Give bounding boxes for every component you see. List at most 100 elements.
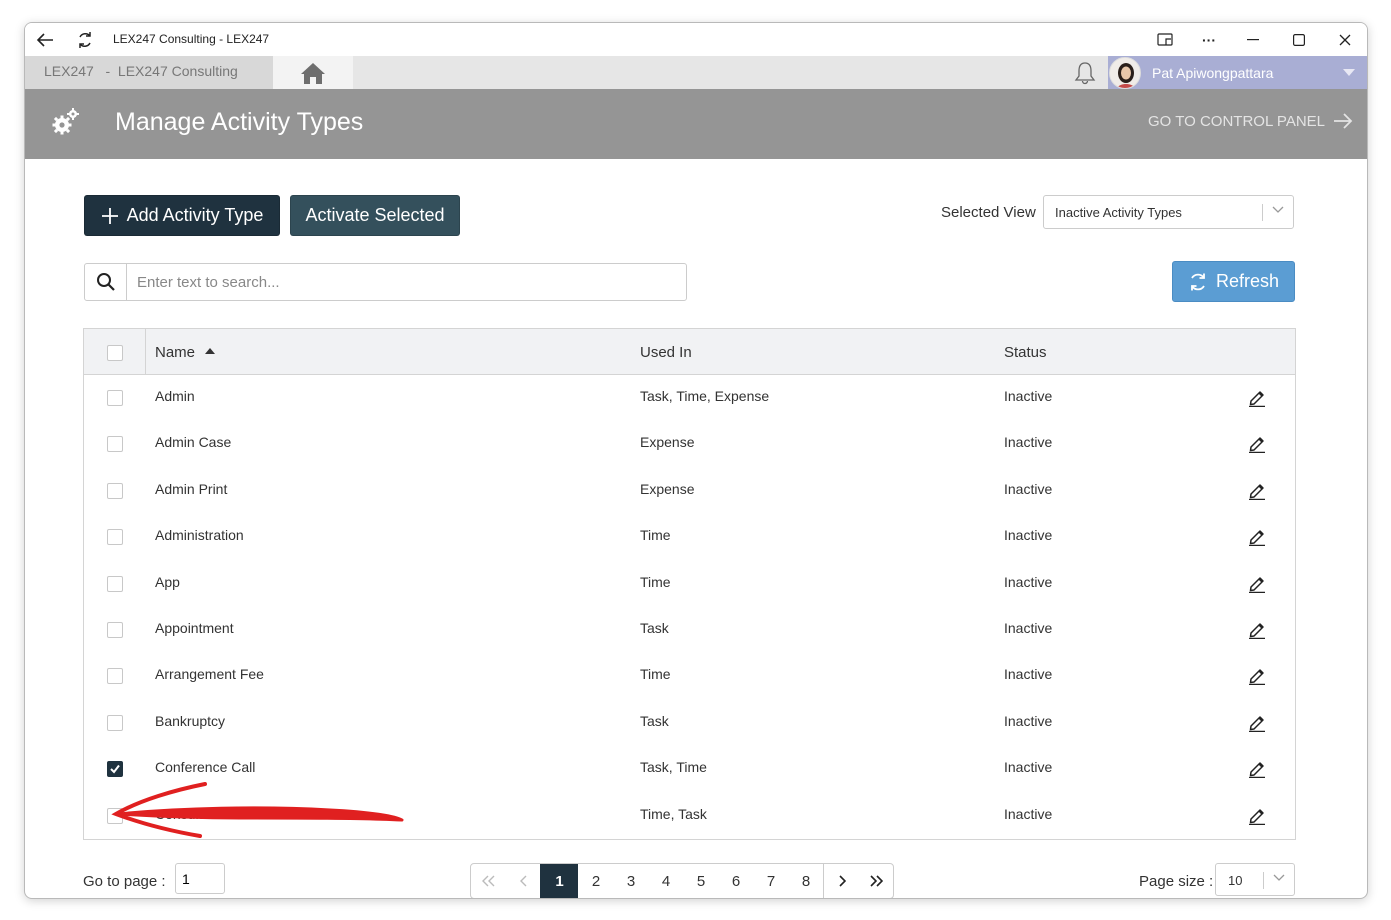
- edit-pencil-icon[interactable]: [1247, 387, 1267, 408]
- row-checkbox[interactable]: [107, 761, 123, 778]
- activate-button-label: Activate Selected: [305, 205, 445, 225]
- close-icon[interactable]: [1333, 28, 1357, 52]
- table-row[interactable]: Bankruptcy Task Inactive: [84, 700, 1295, 746]
- table-row[interactable]: Consultati Time, Task Inactive: [84, 793, 1295, 839]
- table-row[interactable]: Arrangement Fee Time Inactive: [84, 653, 1295, 699]
- page-2-button[interactable]: 2: [578, 864, 613, 898]
- row-checkbox[interactable]: [107, 390, 123, 406]
- column-header-status[interactable]: Status: [1004, 344, 1047, 361]
- column-header-name[interactable]: Name: [155, 344, 216, 361]
- cell-used-in: Time, Task: [640, 805, 707, 822]
- page-5-button[interactable]: 5: [683, 864, 718, 898]
- more-options-icon[interactable]: ···: [1197, 28, 1221, 52]
- select-all-checkbox[interactable]: [107, 345, 123, 361]
- cell-status: Inactive: [1004, 620, 1053, 636]
- chevron-left-icon: [519, 875, 527, 887]
- row-checkbox[interactable]: [107, 575, 123, 592]
- row-checkbox[interactable]: [107, 482, 123, 499]
- row-checkbox[interactable]: [107, 529, 123, 546]
- title-bar: LEX247 Consulting - LEX247 ···: [25, 23, 1367, 56]
- chevron-down-icon: [1343, 69, 1355, 76]
- cell-name: App: [155, 573, 180, 590]
- row-checkbox[interactable]: [107, 807, 123, 824]
- activity-types-grid: Name Used In Status Admin Task, Time, Exp…: [83, 328, 1296, 840]
- cell-used-in: Task, Time: [640, 759, 707, 776]
- page-size-value: 10: [1228, 873, 1243, 888]
- page-6-button[interactable]: 6: [718, 864, 753, 898]
- selected-view-dropdown[interactable]: Inactive Activity Types: [1043, 195, 1294, 229]
- gears-icon: [51, 107, 81, 137]
- edit-pencil-icon[interactable]: [1247, 480, 1267, 501]
- search-input[interactable]: [127, 264, 685, 300]
- row-checkbox[interactable]: [107, 714, 123, 731]
- go-to-control-panel-link[interactable]: GO TO CONTROL PANEL: [1148, 112, 1353, 130]
- home-icon: [301, 62, 325, 84]
- table-row[interactable]: Admin Task, Time, Expense Inactive: [84, 375, 1295, 421]
- browser-window: LEX247 Consulting - LEX247 ··· LEX247 - …: [24, 22, 1368, 899]
- page-4-button[interactable]: 4: [648, 864, 683, 898]
- dropdown-divider: [1262, 204, 1263, 221]
- row-checkbox[interactable]: [107, 668, 123, 685]
- tab-lex247-consulting[interactable]: LEX247 - LEX247 Consulting: [25, 56, 273, 89]
- column-divider: [145, 329, 146, 375]
- home-button[interactable]: [273, 56, 353, 89]
- page-size-dropdown[interactable]: 10: [1215, 863, 1295, 896]
- double-chevron-right-icon: [870, 875, 884, 887]
- column-header-used-in[interactable]: Used In: [640, 344, 692, 361]
- page-title: Manage Activity Types: [115, 108, 364, 136]
- edit-pencil-icon[interactable]: [1247, 665, 1267, 686]
- refresh-button[interactable]: Refresh: [1172, 261, 1295, 302]
- edit-pencil-icon[interactable]: [1247, 433, 1267, 454]
- edit-pencil-icon[interactable]: [1247, 758, 1267, 779]
- page-1-button[interactable]: 1: [540, 864, 579, 898]
- dropdown-divider: [1263, 872, 1264, 889]
- minimize-icon[interactable]: [1241, 28, 1265, 52]
- table-row[interactable]: Administration Time Inactive: [84, 514, 1295, 560]
- maximize-icon[interactable]: [1287, 28, 1311, 52]
- page-3-button[interactable]: 3: [613, 864, 648, 898]
- activate-selected-button[interactable]: Activate Selected: [290, 195, 460, 236]
- previous-page-button[interactable]: [507, 864, 541, 898]
- edit-pencil-icon[interactable]: [1247, 712, 1267, 733]
- next-page-button[interactable]: [823, 864, 859, 898]
- cell-used-in: Task: [640, 620, 669, 636]
- page-7-button[interactable]: 7: [753, 864, 788, 898]
- cell-status: Inactive: [1004, 388, 1053, 404]
- go-to-page-input[interactable]: [175, 863, 225, 894]
- table-row[interactable]: Appointment Task Inactive: [84, 607, 1295, 653]
- cell-status: Inactive: [1004, 480, 1053, 497]
- cell-name: Bankruptcy: [155, 712, 226, 729]
- back-arrow-icon[interactable]: [33, 28, 57, 52]
- page-8-button[interactable]: 8: [788, 864, 823, 898]
- add-button-label: Add Activity Type: [126, 205, 264, 225]
- cell-status: Inactive: [1004, 712, 1053, 729]
- last-page-button[interactable]: [859, 864, 893, 898]
- reload-icon[interactable]: [73, 28, 97, 52]
- table-row[interactable]: Admin Print Expense Inactive: [84, 468, 1295, 514]
- avatar: [1109, 57, 1141, 89]
- first-page-button[interactable]: [471, 864, 507, 898]
- cell-name: Arrangement Fee: [155, 666, 264, 683]
- cast-icon[interactable]: [1153, 28, 1177, 52]
- edit-pencil-icon[interactable]: [1247, 526, 1267, 547]
- notification-bell-icon[interactable]: [1072, 60, 1098, 86]
- table-row[interactable]: App Time Inactive: [84, 561, 1295, 607]
- cell-used-in: Time: [640, 527, 671, 544]
- cell-used-in: Task, Time, Expense: [640, 388, 770, 404]
- edit-pencil-icon[interactable]: [1247, 619, 1267, 640]
- edit-pencil-icon[interactable]: [1247, 573, 1267, 593]
- add-activity-type-button[interactable]: Add Activity Type: [84, 195, 280, 236]
- user-menu[interactable]: Pat Apiwongpattara: [1108, 56, 1367, 89]
- row-checkbox[interactable]: [107, 622, 123, 638]
- row-checkbox[interactable]: [107, 436, 123, 453]
- chevron-right-icon: [839, 875, 846, 887]
- selected-view-label: Selected View: [941, 204, 1036, 221]
- chevron-down-icon: [1273, 874, 1285, 881]
- cell-name: Admin Print: [155, 480, 228, 497]
- edit-pencil-icon[interactable]: [1247, 805, 1267, 825]
- search-icon[interactable]: [85, 264, 127, 300]
- go-to-page-label: Go to page :: [83, 873, 166, 890]
- table-row[interactable]: Conference Call Task, Time Inactive: [84, 746, 1295, 792]
- table-row[interactable]: Admin Case Expense Inactive: [84, 421, 1295, 467]
- cell-used-in: Expense: [640, 434, 695, 451]
